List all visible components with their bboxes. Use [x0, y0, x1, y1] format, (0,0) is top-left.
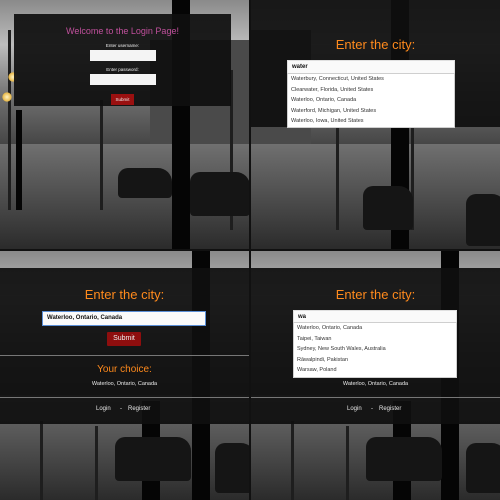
city-search-choice-panel: Enter the city: wa Waterloo, Ontario, Ca… [251, 251, 500, 500]
city-title: Enter the city: [84, 287, 165, 302]
suggestion-item[interactable]: Warsaw, Poland [294, 365, 456, 376]
city-search-input[interactable]: Waterloo, Ontario, Canada [42, 311, 206, 326]
divider [0, 355, 249, 356]
choice-value: Waterloo, Ontario, Canada [342, 381, 409, 387]
login-card: Welcome to the Login Page! Enter usernam… [14, 14, 231, 106]
login-panel: Welcome to the Login Page! Enter usernam… [0, 0, 249, 249]
city-form-overlay: Enter the city: [0, 268, 249, 424]
suggestion-item[interactable]: Clearwater, Florida, United States [288, 85, 454, 96]
screenshot-grid: Welcome to the Login Page! Enter usernam… [0, 0, 500, 500]
suggestion-item[interactable]: Taipei, Taiwan [294, 334, 456, 345]
submit-button[interactable]: Submit [111, 94, 134, 105]
submit-button[interactable]: Submit [107, 332, 141, 346]
your-choice-title: Your choice: [97, 364, 152, 375]
login-link[interactable]: Login [347, 406, 362, 412]
nav-separator: - [120, 406, 122, 412]
city-title: Enter the city: [335, 287, 416, 302]
suggestion-item[interactable]: Waterbury, Connecticut, United States [288, 74, 454, 85]
register-link[interactable]: Register [379, 406, 401, 412]
suggestion-item[interactable]: Waterloo, Ontario, Canada [288, 95, 454, 106]
suggestion-item[interactable]: Waterloo, Iowa, United States [288, 116, 454, 127]
divider [0, 397, 249, 398]
city-title: Enter the city: [335, 37, 416, 52]
username-label: Enter username: [105, 43, 140, 48]
login-link[interactable]: Login [96, 406, 111, 412]
suggestion-item[interactable]: Waterford, Michigan, United States [288, 106, 454, 117]
choice-value: Waterloo, Ontario, Canada [91, 381, 158, 387]
page-title: Welcome to the Login Page! [66, 26, 179, 36]
suggestion-item[interactable]: Rāwalpindi, Pakistan [294, 355, 456, 366]
password-label: Enter password: [106, 67, 139, 72]
divider [251, 397, 500, 398]
nav-separator: - [371, 406, 373, 412]
suggestion-item[interactable]: Sydney, New South Wales, Australia [294, 344, 456, 355]
city-suggestions-dropdown: Waterbury, Connecticut, United States Cl… [287, 73, 455, 128]
city-chosen-panel: Enter the city: Waterloo, Ontario, Canad… [0, 251, 249, 500]
suggestion-item[interactable]: Waterloo, Ontario, Canada [294, 323, 456, 334]
register-link[interactable]: Register [128, 406, 150, 412]
password-field[interactable] [89, 74, 156, 85]
city-search-panel: Enter the city: water Waterbury, Connect… [251, 0, 500, 249]
city-suggestions-dropdown: Waterloo, Ontario, Canada Taipei, Taiwan… [293, 322, 457, 378]
username-field[interactable] [89, 50, 156, 61]
